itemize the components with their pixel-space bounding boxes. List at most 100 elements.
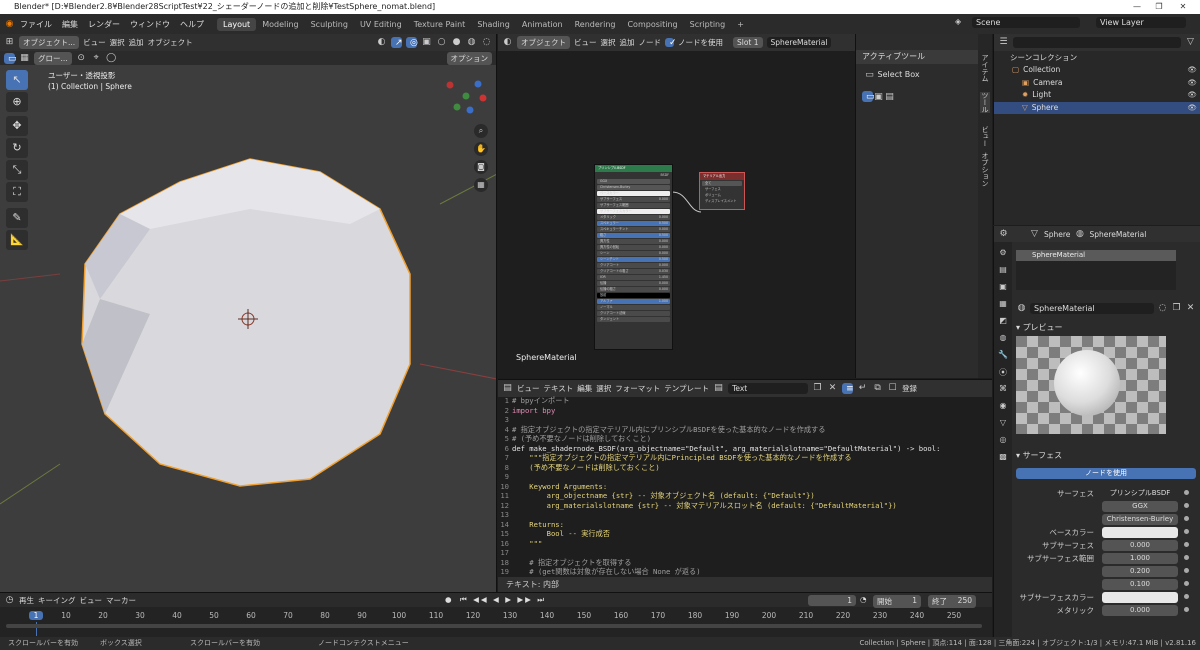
link-socket-icon[interactable] — [1184, 516, 1189, 521]
properties-tab-icon[interactable]: ◩ — [997, 316, 1009, 328]
visibility-eye-icon[interactable]: 👁 — [1187, 77, 1197, 89]
outliner-item-light[interactable]: ✹ Light 👁 — [994, 89, 1200, 101]
menu-view[interactable]: ビュー — [80, 595, 103, 606]
record-icon[interactable]: ● — [445, 595, 452, 604]
material-browse-icon[interactable]: ◍ — [1016, 303, 1027, 314]
menu-marker[interactable]: マーカー — [106, 595, 136, 606]
line-numbers-icon[interactable]: ≡ — [842, 383, 854, 394]
tab-options[interactable]: オプション — [980, 152, 990, 187]
properties-tab-icon[interactable]: ⦿ — [997, 367, 1009, 379]
timeline[interactable]: ◷ 再生 キーイング ビュー マーカー ● ⏮ ◀◀ ◀ ▶ ▶▶ ⏭ 1 ◔ … — [0, 592, 992, 637]
code-line[interactable]: # 指定オブジェクトの指定マテリアル内にプリンシプルBSDFを使った基本的なノー… — [512, 425, 825, 435]
menu-keying[interactable]: キーイング — [38, 595, 76, 606]
tab-animation[interactable]: Animation — [516, 18, 569, 31]
property-field[interactable]: 0.000 — [1102, 540, 1178, 551]
code-line[interactable]: """指定オブジェクトの指定マテリアル内にPrincipled BSDFを使った… — [512, 453, 851, 463]
link-socket-icon[interactable] — [1184, 594, 1189, 599]
code-line[interactable]: Bool -- 実行成否 — [512, 529, 610, 539]
menu-text[interactable]: テキスト — [544, 383, 574, 394]
output-displacement-socket[interactable]: ディスプレイスメント — [702, 199, 737, 203]
editor-type-icon[interactable]: ◐ — [502, 37, 513, 48]
tab-texture-paint[interactable]: Texture Paint — [408, 18, 472, 31]
scene-field[interactable]: Scene — [972, 17, 1080, 28]
bsdf-input-row[interactable]: タンジェント — [597, 316, 670, 322]
link-socket-icon[interactable] — [1184, 490, 1189, 495]
property-field[interactable] — [1102, 527, 1178, 538]
menu-render[interactable]: レンダー — [83, 19, 125, 30]
playback-controls[interactable]: ⏮ ◀◀ ◀ ▶ ▶▶ ⏭ — [460, 595, 546, 605]
visibility-eye-icon[interactable]: 👁 — [1187, 64, 1197, 76]
link-socket-icon[interactable] — [1184, 607, 1189, 612]
text-editor[interactable]: ▤ ビュー テキスト 編集 選択 フォーマット テンプレート ▤ Text ❐ … — [498, 379, 992, 592]
code-line[interactable]: # (get関数は対象が存在しない場合 None が返る) — [512, 567, 700, 577]
properties-tab-icon[interactable]: ◍ — [997, 333, 1009, 345]
properties-tab-icon[interactable]: ⚙ — [997, 248, 1009, 260]
active-tool-row[interactable]: ▭ Select Box — [856, 64, 978, 87]
menu-edit[interactable]: 編集 — [57, 19, 83, 30]
properties-tab-icon[interactable]: ▽ — [997, 418, 1009, 430]
fake-user-icon[interactable]: ◌ — [1157, 303, 1168, 314]
maximize-button[interactable]: ❐ — [1148, 0, 1170, 14]
select-subtract-icon[interactable]: ▤ — [884, 92, 895, 103]
tab-tool[interactable]: ツール — [980, 92, 990, 113]
pan-hand-icon[interactable]: ✋ — [474, 142, 488, 156]
material-slot-list[interactable]: SphereMaterial — [1016, 250, 1176, 290]
use-nodes-button[interactable]: ノードを使用 — [1016, 468, 1196, 479]
tab-modeling[interactable]: Modeling — [256, 18, 304, 31]
preview-panel-header[interactable]: ▾ プレビュー — [1016, 322, 1063, 333]
menu-select[interactable]: 選択 — [596, 383, 611, 394]
close-button[interactable]: ✕ — [1172, 0, 1194, 14]
current-frame-field[interactable]: 1 — [808, 595, 856, 606]
material-output-node[interactable]: マテリアル出力 全て サーフェス ボリューム ディスプレイスメント — [699, 172, 745, 210]
zoom-icon[interactable]: ⌕ — [474, 124, 488, 138]
unlink-material-icon[interactable]: ✕ — [1185, 303, 1196, 314]
code-line[interactable]: def make_shadernode_BSDF(arg_objectname=… — [512, 444, 940, 454]
menu-select[interactable]: 選択 — [601, 37, 616, 48]
code-line[interactable]: # (予め不要なノードは削除しておくこと) — [512, 434, 651, 444]
material-field[interactable]: SphereMaterial — [766, 37, 832, 48]
outliner-item-collection[interactable]: ▢ Collection 👁 — [994, 64, 1200, 76]
properties-tab-icon[interactable]: ▤ — [997, 265, 1009, 277]
filter-icon[interactable]: ▽ — [1185, 37, 1196, 48]
tab-uv-editing[interactable]: UV Editing — [354, 18, 408, 31]
use-nodes-checkbox[interactable]: ✓ — [665, 38, 677, 48]
properties-tab-icon[interactable]: ◎ — [997, 435, 1009, 447]
property-field[interactable]: プリンシプルBSDF — [1102, 488, 1178, 499]
properties-tab-icon[interactable]: ▩ — [997, 452, 1009, 464]
tab-shading[interactable]: Shading — [471, 18, 516, 31]
menu-node[interactable]: ノード — [639, 37, 662, 48]
property-field[interactable] — [1102, 592, 1178, 603]
property-field[interactable]: 1.000 — [1102, 553, 1178, 564]
menu-help[interactable]: ヘルプ — [175, 19, 209, 30]
tab-compositing[interactable]: Compositing — [621, 18, 683, 31]
unlink-text-icon[interactable]: ✕ — [827, 383, 838, 394]
shader-type-dropdown[interactable]: オブジェクト — [517, 36, 570, 49]
link-socket-icon[interactable] — [1184, 568, 1189, 573]
menu-edit[interactable]: 編集 — [577, 383, 592, 394]
menu-add[interactable]: 追加 — [620, 37, 635, 48]
tab-sculpting[interactable]: Sculpting — [305, 18, 354, 31]
tab-view[interactable]: ビュー — [980, 126, 990, 147]
output-volume-socket[interactable]: ボリューム — [702, 193, 721, 197]
3d-viewport[interactable]: ⊞ オブジェクト... ビュー 選択 追加 オブジェクト ◐ ↗ ◎ ▣ ○ ●… — [0, 34, 497, 592]
outliner-item-camera[interactable]: ▣ Camera 👁 — [994, 77, 1200, 89]
timeline-scrollbar[interactable] — [6, 624, 982, 628]
code-line[interactable]: """ — [512, 539, 542, 549]
node-editor[interactable]: ◐ オブジェクト ビュー 選択 追加 ノード ✓ ノードを使用 Slot 1 S… — [498, 34, 855, 378]
code-line[interactable]: import bpy — [512, 406, 555, 416]
menu-view[interactable]: ビュー — [517, 383, 540, 394]
material-slot-item[interactable]: SphereMaterial — [1016, 250, 1176, 261]
new-text-icon[interactable]: ❐ — [812, 383, 823, 394]
menu-file[interactable]: ファイル — [15, 19, 57, 30]
editor-type-icon[interactable]: ◷ — [4, 595, 15, 606]
tab-scripting[interactable]: Scripting — [684, 18, 732, 31]
link-socket-icon[interactable] — [1184, 555, 1189, 560]
code-line[interactable]: (予め不要なノードは削除しておくこと) — [512, 463, 659, 473]
syntax-icon[interactable]: ⧉ — [872, 383, 883, 394]
blender-logo-icon[interactable]: ◉ — [4, 19, 15, 30]
outliner-search-input[interactable] — [1013, 37, 1181, 48]
link-socket-icon[interactable] — [1184, 542, 1189, 547]
code-area[interactable]: 1 # bpyインポート 2 import bpy 3 4 # 指定オブジェクトの指定マテリ… — [498, 396, 992, 577]
property-field[interactable]: 0.200 — [1102, 566, 1178, 577]
start-frame-field[interactable]: 開始 1 — [873, 595, 921, 608]
